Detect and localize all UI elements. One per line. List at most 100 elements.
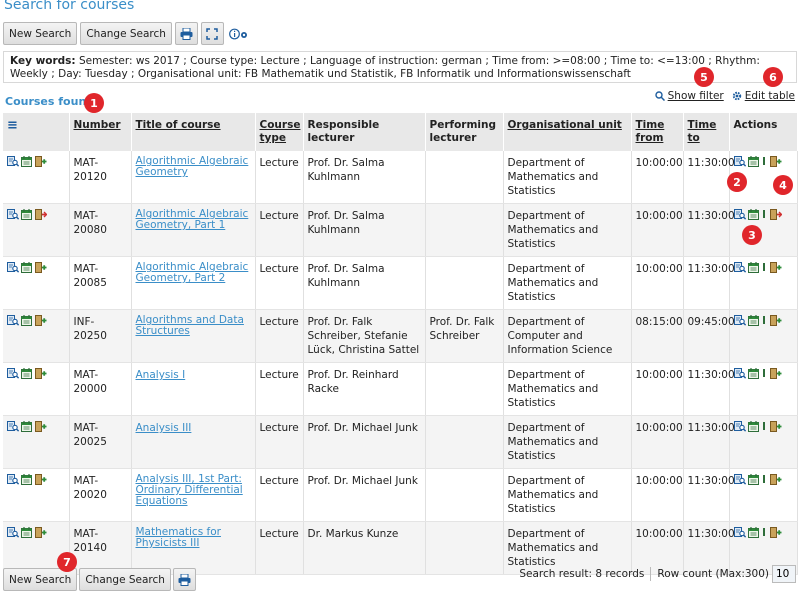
column-time-to[interactable]: Time to — [683, 113, 730, 151]
course-title-link[interactable]: Analysis I — [136, 370, 186, 381]
cell-number: MAT-20085 — [69, 256, 132, 310]
show-filter-link[interactable]: Show filter — [654, 90, 724, 102]
marker-6: 6 — [763, 67, 783, 87]
cell-time-from: 10:00:00 — [631, 151, 684, 204]
table-row: MAT-20120 Algorithmic Algebraic Geometry L… — [3, 151, 798, 204]
cell-org-unit: Department of Mathematics and Statistics — [503, 362, 632, 416]
calendar-icon[interactable] — [21, 209, 32, 220]
details-icon[interactable] — [7, 262, 20, 273]
course-title-link[interactable]: Mathematics for Physicists III — [136, 527, 251, 549]
expand-icon[interactable] — [200, 22, 224, 45]
register-icon[interactable] — [35, 368, 47, 379]
details-icon[interactable] — [733, 527, 746, 538]
cell-title: Analysis III — [131, 415, 256, 469]
calendar-icon[interactable] — [747, 474, 759, 485]
row-actions-left — [3, 362, 70, 416]
calendar-icon[interactable] — [21, 527, 32, 538]
cell-title: Algorithmic Algebraic Geometry, Part 1 — [131, 203, 256, 257]
register-icon[interactable] — [35, 421, 47, 432]
register-icon[interactable] — [35, 262, 47, 273]
column-time-from[interactable]: Time from — [631, 113, 684, 151]
details-icon[interactable] — [733, 209, 746, 220]
register-icon[interactable] — [769, 474, 781, 485]
calendar-icon[interactable] — [747, 368, 759, 379]
calendar-icon[interactable] — [747, 315, 759, 326]
calendar-icon[interactable] — [747, 421, 759, 432]
course-title-link[interactable]: Algorithmic Algebraic Geometry, Part 1 — [136, 209, 251, 231]
course-title-link[interactable]: Algorithms and Data Structures — [136, 315, 251, 337]
printer-icon[interactable] — [174, 22, 198, 45]
details-icon[interactable] — [733, 368, 746, 379]
row-actions-left — [3, 203, 70, 257]
register-icon[interactable] — [35, 156, 47, 167]
table-links: Show filter Edit table — [654, 90, 795, 102]
calendar-icon[interactable] — [21, 421, 32, 432]
details-icon[interactable] — [7, 421, 20, 432]
cell-org-unit: Department of Mathematics and Statistics — [503, 256, 632, 310]
calendar-icon[interactable] — [21, 262, 32, 273]
cell-number: MAT-20020 — [69, 468, 132, 522]
details-icon[interactable] — [7, 209, 20, 220]
details-icon[interactable] — [7, 315, 20, 326]
cell-course-type: Lecture — [255, 362, 304, 416]
register-icon[interactable] — [769, 527, 781, 538]
register-icon[interactable] — [35, 527, 47, 538]
courses-table: ≡ Number Title of course Course type Res… — [3, 113, 798, 575]
row-count-input[interactable] — [772, 565, 796, 583]
calendar-icon[interactable] — [747, 262, 759, 273]
register-icon[interactable] — [769, 421, 781, 432]
calendar-icon[interactable] — [747, 527, 759, 538]
cell-responsible: Prof. Dr. Reinhard Racke — [303, 362, 426, 416]
details-icon[interactable] — [733, 262, 746, 273]
register-icon[interactable] — [769, 315, 781, 326]
change-search-button[interactable]: Change Search — [80, 22, 172, 45]
calendar-icon[interactable] — [747, 156, 759, 167]
separator-icon — [762, 474, 767, 485]
separator-icon — [762, 156, 767, 167]
cell-responsible: Prof. Dr. Michael Junk — [303, 468, 426, 522]
details-icon[interactable] — [733, 156, 746, 167]
cell-time-to: 11:30:00 — [683, 415, 735, 469]
column-menu[interactable]: ≡ — [3, 113, 70, 151]
calendar-icon[interactable] — [21, 474, 32, 485]
details-icon[interactable] — [7, 527, 20, 538]
register-icon[interactable] — [769, 156, 781, 167]
details-icon[interactable] — [733, 474, 746, 485]
course-title-link[interactable]: Algorithmic Algebraic Geometry, Part 2 — [136, 262, 251, 284]
change-search-button-bottom[interactable]: Change Search — [79, 568, 171, 591]
menu-icon: ≡ — [7, 118, 18, 133]
bottom-toolbar: New Search Change Search — [3, 568, 196, 591]
register-icon[interactable] — [769, 262, 781, 273]
details-icon[interactable] — [7, 368, 20, 379]
column-org-unit[interactable]: Organisational unit — [503, 113, 632, 151]
details-icon[interactable] — [7, 474, 20, 485]
printer-icon[interactable] — [172, 568, 196, 591]
course-title-link[interactable]: Analysis III, 1st Part: Ordinary Differe… — [136, 474, 251, 507]
info-settings-icon[interactable] — [229, 28, 249, 40]
column-course-type[interactable]: Course type — [255, 113, 304, 151]
register-icon[interactable] — [35, 315, 47, 326]
table-row: MAT-20020 Analysis III, 1st Part: Ordinar… — [3, 468, 798, 522]
details-icon[interactable] — [733, 315, 746, 326]
details-icon[interactable] — [7, 156, 20, 167]
cell-responsible: Prof. Dr. Salma Kuhlmann — [303, 256, 426, 310]
deregister-icon[interactable] — [769, 209, 782, 220]
register-icon[interactable] — [769, 368, 781, 379]
edit-table-label: Edit table — [744, 90, 795, 102]
details-icon[interactable] — [733, 421, 746, 432]
calendar-icon[interactable] — [21, 156, 32, 167]
column-number[interactable]: Number — [69, 113, 132, 151]
register-icon[interactable] — [35, 474, 47, 485]
calendar-icon[interactable] — [21, 315, 32, 326]
marker-3: 3 — [742, 225, 762, 245]
calendar-icon[interactable] — [21, 368, 32, 379]
new-search-button[interactable]: New Search — [3, 22, 78, 45]
calendar-icon[interactable] — [747, 209, 759, 220]
search-icon — [654, 91, 665, 101]
edit-table-link[interactable]: Edit table — [732, 90, 795, 102]
course-title-link[interactable]: Algorithmic Algebraic Geometry — [136, 156, 251, 178]
course-title-link[interactable]: Analysis III — [136, 423, 192, 434]
column-title[interactable]: Title of course — [131, 113, 256, 151]
deregister-icon[interactable] — [35, 209, 48, 220]
cell-number: MAT-20080 — [69, 203, 132, 257]
